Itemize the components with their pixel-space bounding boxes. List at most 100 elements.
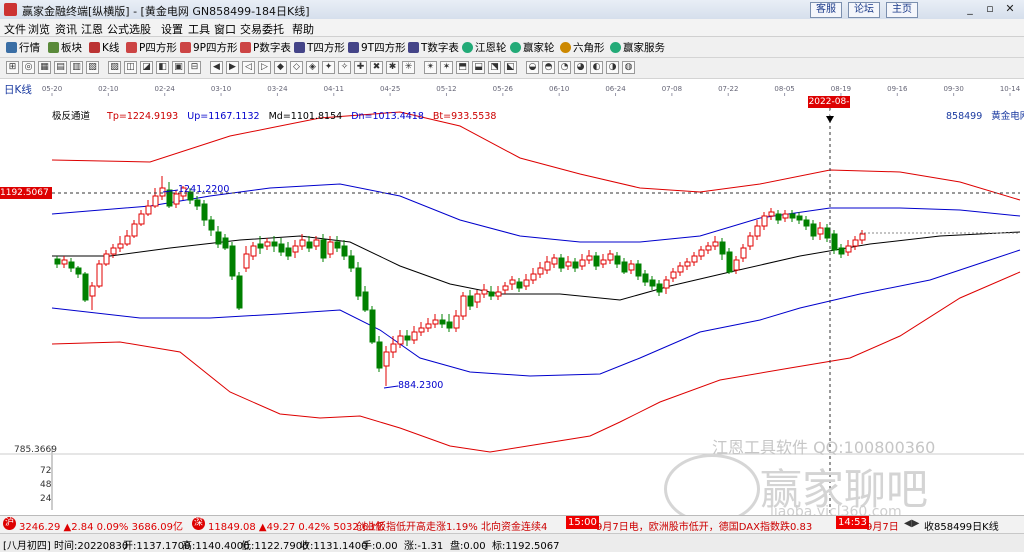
candle-body[interactable] [719, 241, 726, 255]
candle-body[interactable] [474, 293, 481, 303]
candle-body[interactable] [523, 279, 530, 287]
candle-body[interactable] [656, 283, 663, 293]
draw-tool-15-icon[interactable]: ◁ [242, 61, 255, 74]
draw-tool-17-icon[interactable]: ◆ [274, 61, 287, 74]
candle-body[interactable] [152, 195, 159, 207]
candle-body[interactable] [852, 239, 859, 247]
candle-body[interactable] [572, 261, 579, 269]
tool-kline[interactable]: K线 [89, 40, 119, 55]
candle-body[interactable] [593, 255, 600, 267]
candle-body[interactable] [103, 253, 110, 265]
candle-body[interactable] [733, 259, 740, 271]
candle-body[interactable] [341, 245, 348, 257]
candle-body[interactable] [334, 241, 341, 249]
draw-tool-35-icon[interactable]: ◕ [574, 61, 587, 74]
candle-body[interactable] [691, 255, 698, 263]
candle-body[interactable] [271, 241, 278, 247]
forum-link[interactable]: 论坛 [848, 2, 880, 18]
candle-body[interactable] [355, 267, 362, 297]
candle-body[interactable] [607, 253, 614, 261]
candle-body[interactable] [173, 193, 180, 205]
candle-body[interactable] [110, 247, 117, 255]
candle-body[interactable] [621, 261, 628, 273]
draw-tool-26-icon[interactable]: ✴ [424, 61, 437, 74]
candle-body[interactable] [859, 233, 866, 241]
candle-body[interactable] [404, 335, 411, 341]
candle-body[interactable] [740, 247, 747, 259]
draw-tool-12-icon[interactable]: ⊟ [188, 61, 201, 74]
candle-body[interactable] [768, 211, 775, 217]
candle-body[interactable] [698, 249, 705, 257]
tool-gann-wheel[interactable]: 江恩轮 [462, 40, 507, 55]
candle-body[interactable] [635, 263, 642, 277]
candle-body[interactable] [628, 263, 635, 271]
candle-body[interactable] [292, 245, 299, 253]
draw-tool-21-icon[interactable]: ✧ [338, 61, 351, 74]
menu-browse[interactable]: 浏览 [28, 21, 50, 37]
candle-body[interactable] [411, 331, 418, 341]
candle-body[interactable] [264, 241, 271, 247]
candle-body[interactable] [285, 247, 292, 257]
draw-tool-33-icon[interactable]: ◓ [542, 61, 555, 74]
candle-body[interactable] [446, 321, 453, 329]
draw-tool-32-icon[interactable]: ◒ [526, 61, 539, 74]
tool-winner-wheel[interactable]: 赢家轮 [510, 40, 555, 55]
candle-body[interactable] [747, 235, 754, 247]
tool-hexagon[interactable]: 六角形 [560, 40, 605, 55]
menu-settings[interactable]: 设置 [161, 21, 183, 37]
candle-body[interactable] [558, 257, 565, 269]
draw-tool-2-icon[interactable]: ◎ [22, 61, 35, 74]
candle-body[interactable] [138, 213, 145, 225]
draw-tool-38-icon[interactable]: ◍ [622, 61, 635, 74]
draw-tool-6-icon[interactable]: ▧ [86, 61, 99, 74]
candle-body[interactable] [712, 241, 719, 247]
draw-tool-10-icon[interactable]: ◧ [156, 61, 169, 74]
tool-sector[interactable]: 板块 [48, 40, 82, 55]
draw-tool-24-icon[interactable]: ✱ [386, 61, 399, 74]
candle-body[interactable] [705, 245, 712, 251]
candle-body[interactable] [726, 251, 733, 273]
menu-news[interactable]: 资讯 [55, 21, 77, 37]
draw-tool-16-icon[interactable]: ▷ [258, 61, 271, 74]
tool-quotes[interactable]: 行情 [6, 40, 40, 55]
candle-body[interactable] [761, 215, 768, 227]
menu-formula[interactable]: 公式选股 [107, 21, 151, 37]
candle-body[interactable] [677, 265, 684, 273]
menu-file[interactable]: 文件 [4, 21, 26, 37]
customer-service-link[interactable]: 客服 [810, 2, 842, 18]
draw-tool-28-icon[interactable]: ⬒ [456, 61, 469, 74]
candle-body[interactable] [649, 279, 656, 287]
candle-body[interactable] [488, 291, 495, 297]
candle-body[interactable] [803, 219, 810, 227]
close-button[interactable]: ✕ [1002, 2, 1018, 16]
tool-p-table[interactable]: P数字表 [240, 40, 291, 55]
draw-tool-18-icon[interactable]: ◇ [290, 61, 303, 74]
draw-tool-22-icon[interactable]: ✚ [354, 61, 367, 74]
draw-tool-11-icon[interactable]: ▣ [172, 61, 185, 74]
candle-body[interactable] [579, 259, 586, 267]
candle-body[interactable] [348, 255, 355, 269]
menu-gann[interactable]: 江恩 [81, 21, 103, 37]
draw-tool-5-icon[interactable]: ▥ [70, 61, 83, 74]
candle-body[interactable] [236, 275, 243, 309]
candle-body[interactable] [586, 255, 593, 261]
draw-tool-31-icon[interactable]: ⬕ [504, 61, 517, 74]
candle-body[interactable] [215, 231, 222, 245]
candle-body[interactable] [670, 271, 677, 279]
candle-body[interactable] [754, 225, 761, 237]
minimize-button[interactable]: _ [962, 2, 978, 16]
draw-tool-23-icon[interactable]: ✖ [370, 61, 383, 74]
candle-body[interactable] [845, 245, 852, 253]
menu-trade[interactable]: 交易委托 [240, 21, 284, 37]
candle-body[interactable] [145, 205, 152, 215]
candle-body[interactable] [810, 223, 817, 237]
candle-body[interactable] [278, 243, 285, 253]
candle-body[interactable] [467, 295, 474, 307]
candle-body[interactable] [453, 315, 460, 329]
maximize-button[interactable]: ▫ [982, 2, 998, 16]
candle-body[interactable] [530, 273, 537, 281]
draw-tool-37-icon[interactable]: ◑ [606, 61, 619, 74]
candle-body[interactable] [89, 285, 96, 297]
draw-tool-3-icon[interactable]: ▦ [38, 61, 51, 74]
candle-body[interactable] [481, 289, 488, 295]
